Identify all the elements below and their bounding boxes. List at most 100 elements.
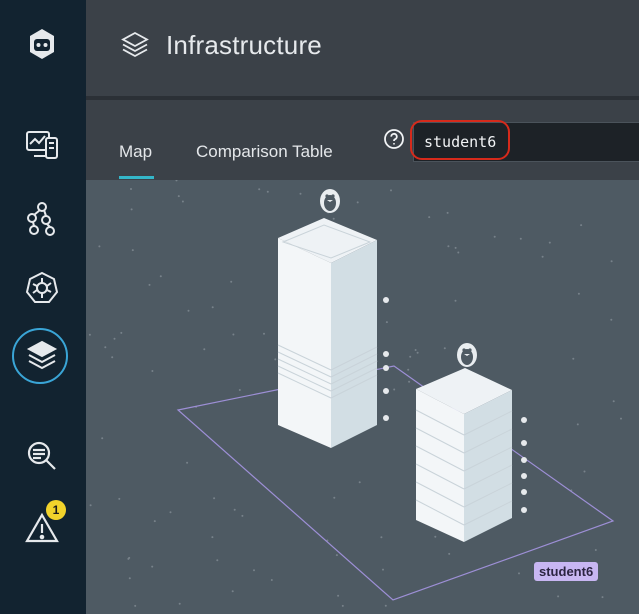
map-dot <box>385 321 388 324</box>
map-dot <box>128 577 131 580</box>
alert-count-badge: 1 <box>46 500 66 520</box>
question-circle-icon[interactable] <box>383 128 405 150</box>
map-dot <box>151 565 154 568</box>
robot-logo-icon[interactable] <box>20 22 64 66</box>
map-dot <box>101 437 104 440</box>
map-dot <box>211 536 214 539</box>
linux-penguin-icon <box>457 343 477 367</box>
map-dot <box>333 496 336 499</box>
tab-bar: Map Comparison Table <box>86 100 639 180</box>
map-dot <box>594 549 597 551</box>
map-dot <box>493 235 496 238</box>
active-tab-underline <box>119 176 154 179</box>
map-dot <box>434 535 437 538</box>
map-dot <box>416 351 419 354</box>
map-dot <box>447 245 450 248</box>
map-dot <box>127 557 130 560</box>
map-dot <box>299 192 302 195</box>
map-dot <box>612 400 615 403</box>
map-dot <box>580 224 583 227</box>
host-short-side-icons <box>521 417 527 513</box>
map-dot <box>393 388 396 391</box>
map-dot <box>258 188 261 191</box>
map-dot <box>175 180 178 182</box>
map-dot <box>111 356 114 359</box>
map-dot <box>408 380 411 383</box>
map-dot <box>610 318 613 321</box>
map-dot <box>457 251 460 254</box>
infrastructure-map[interactable]: student6 <box>86 180 639 614</box>
map-dot <box>253 569 255 572</box>
map-dot <box>233 508 236 511</box>
map-dot <box>454 299 457 302</box>
map-dot <box>232 333 235 336</box>
map-dot <box>263 332 265 335</box>
service-graph-icon[interactable] <box>20 196 64 240</box>
map-dot <box>557 595 560 598</box>
search-highlight-annotation <box>410 120 510 160</box>
map-dot <box>113 337 116 340</box>
map-dot <box>274 358 277 361</box>
map-dot <box>187 309 190 312</box>
kubernetes-icon[interactable] <box>20 266 64 310</box>
map-dot <box>390 189 392 192</box>
left-nav: 1 <box>0 0 86 614</box>
map-dot <box>577 292 580 295</box>
host-tall-side-icons <box>383 297 389 421</box>
map-dot <box>186 461 189 464</box>
map-dot <box>153 520 156 523</box>
map-dot <box>428 216 431 219</box>
map-dot <box>409 355 412 358</box>
map-dot <box>548 241 551 244</box>
map-dot <box>337 594 340 597</box>
map-dot <box>148 283 151 286</box>
map-dot <box>446 211 449 214</box>
map-dot <box>572 357 575 360</box>
map-dot <box>454 246 457 249</box>
map-dot <box>610 260 613 263</box>
map-dot <box>177 195 180 198</box>
map-dot <box>332 217 335 220</box>
linux-penguin-icon <box>320 189 340 213</box>
map-dot <box>270 579 273 581</box>
page-title: Infrastructure <box>166 30 322 60</box>
map-dot <box>358 481 361 484</box>
map-dot <box>230 280 233 283</box>
map-dot <box>601 596 604 599</box>
map-dot <box>266 190 269 193</box>
map-dot <box>216 559 219 562</box>
map-dot <box>341 604 344 607</box>
map-dot <box>104 346 107 349</box>
map-dot <box>443 347 446 350</box>
map-dot <box>131 249 134 252</box>
host-short <box>415 368 513 542</box>
map-dot <box>414 349 417 351</box>
map-dot <box>407 368 410 371</box>
map-dot <box>118 497 121 500</box>
log-search-icon[interactable] <box>20 434 64 478</box>
map-dot <box>519 237 522 240</box>
tab-comparison-table[interactable]: Comparison Table <box>196 142 333 162</box>
map-dot <box>88 333 91 336</box>
namespace-label[interactable]: student6 <box>534 562 599 581</box>
page-header: Infrastructure <box>86 0 639 96</box>
map-dot <box>213 497 216 500</box>
map-dot <box>356 201 359 204</box>
dashboard-devices-icon[interactable] <box>20 122 64 166</box>
map-dot <box>448 552 451 555</box>
map-dot <box>134 604 137 607</box>
map-dot <box>576 423 579 426</box>
layers-icon[interactable] <box>20 334 64 378</box>
map-dot <box>178 602 181 605</box>
map-dot <box>241 514 244 517</box>
map-dot <box>130 208 133 211</box>
map-dot <box>203 348 206 351</box>
tab-map[interactable]: Map <box>119 142 152 162</box>
map-dot <box>620 417 622 420</box>
map-dot <box>120 331 123 334</box>
map-dot <box>380 536 383 539</box>
map-dot <box>583 470 586 473</box>
map-dot <box>181 200 184 203</box>
map-dot <box>382 568 384 571</box>
map-dot <box>541 255 544 258</box>
